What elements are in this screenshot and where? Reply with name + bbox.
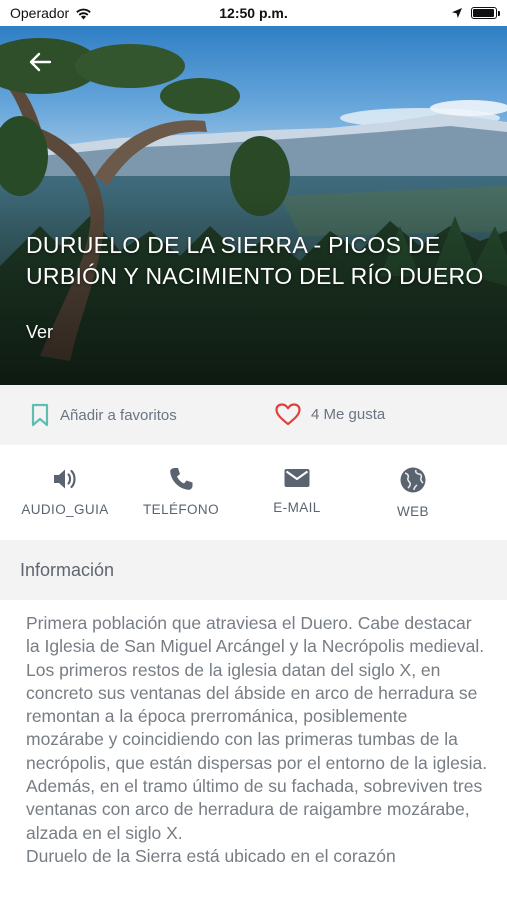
wifi-icon bbox=[76, 8, 91, 19]
arrow-left-icon bbox=[29, 52, 52, 72]
like-count-label: 4 Me gusta bbox=[311, 406, 386, 423]
heart-icon bbox=[275, 403, 301, 426]
audio-guide-label: AUDIO_GUIA bbox=[21, 502, 109, 517]
phone-label: TELÉFONO bbox=[143, 502, 219, 517]
web-button[interactable]: WEB bbox=[358, 466, 468, 519]
add-favorite-button[interactable]: Añadir a favoritos bbox=[30, 403, 177, 427]
like-button[interactable]: 4 Me gusta bbox=[275, 403, 385, 426]
contact-actions: AUDIO_GUIA TELÉFONO E-MAIL WEB bbox=[0, 446, 507, 540]
hero-image: DURUELO DE LA SIERRA - PICOS DE URBIÓN Y… bbox=[0, 26, 507, 385]
info-section-header: Información bbox=[0, 540, 507, 600]
phone-icon bbox=[170, 468, 193, 490]
add-favorite-label: Añadir a favoritos bbox=[60, 406, 177, 424]
landscape-image bbox=[0, 26, 507, 385]
status-bar: Operador 12:50 p.m. bbox=[0, 0, 507, 26]
speaker-icon bbox=[54, 469, 76, 489]
email-button[interactable]: E-MAIL bbox=[242, 466, 352, 515]
status-right bbox=[451, 7, 500, 19]
phone-button[interactable]: TELÉFONO bbox=[126, 466, 236, 517]
mail-icon bbox=[284, 469, 310, 487]
favorites-bar: Añadir a favoritos 4 Me gusta bbox=[0, 385, 507, 445]
battery-icon bbox=[471, 7, 500, 19]
web-label: WEB bbox=[397, 504, 429, 519]
battery-fill bbox=[473, 9, 494, 17]
audio-guide-button[interactable]: AUDIO_GUIA bbox=[10, 466, 120, 517]
location-arrow-icon bbox=[452, 8, 462, 18]
globe-icon bbox=[400, 467, 426, 493]
view-link[interactable]: Ver bbox=[26, 322, 53, 343]
carrier-label: Operador bbox=[10, 5, 70, 21]
status-left: Operador bbox=[10, 5, 92, 21]
place-description: Primera población que atraviesa el Duero… bbox=[26, 613, 488, 866]
email-label: E-MAIL bbox=[273, 500, 321, 515]
place-title: DURUELO DE LA SIERRA - PICOS DE URBIÓN Y… bbox=[26, 232, 484, 289]
back-button[interactable] bbox=[22, 44, 58, 80]
bookmark-icon bbox=[31, 403, 49, 427]
info-header-label: Información bbox=[20, 559, 115, 580]
